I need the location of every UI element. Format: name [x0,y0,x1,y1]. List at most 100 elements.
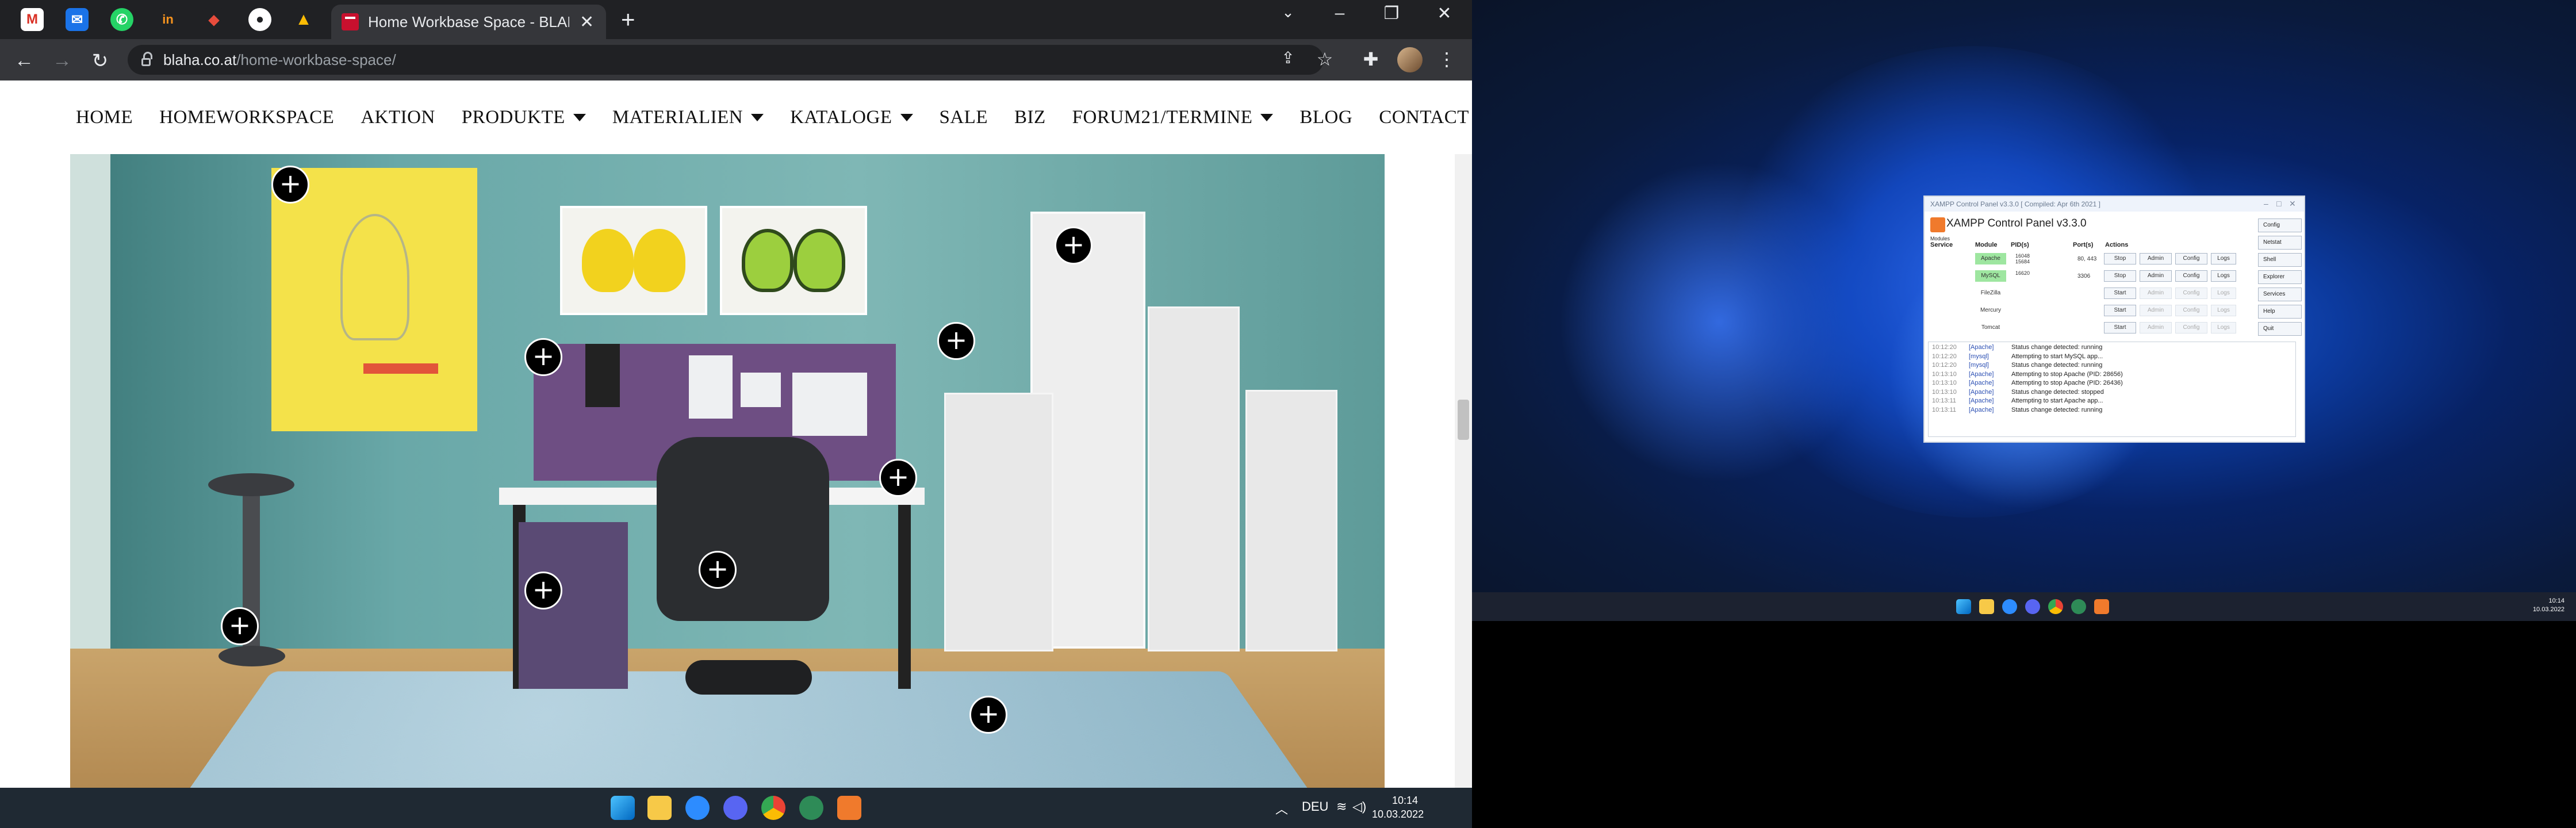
share-icon[interactable]: ⇪ [1275,48,1301,67]
module-config-button[interactable]: Config [2175,253,2207,264]
reload-icon[interactable]: ↻ [89,49,112,72]
wifi-icon[interactable]: ≋ [1336,799,1347,814]
file-explorer-icon[interactable] [647,796,672,820]
forward-icon[interactable]: → [51,49,74,72]
module-logs-button[interactable]: Logs [2211,305,2236,316]
gmail-pinned-tab-icon[interactable]: M [21,8,44,31]
in-pinned-tab-icon[interactable]: in [156,8,179,31]
module-start-button[interactable]: Start [2104,288,2136,299]
extensions-icon[interactable]: ✚ [1358,48,1383,70]
module-start-button[interactable]: Start [2104,322,2136,334]
xampp-log[interactable]: 10:12:20 [Apache] Status change detected: … [1928,342,2296,437]
module-admin-button[interactable]: Admin [2140,322,2172,334]
chrome-icon[interactable] [2048,599,2063,614]
hotspot-drawer[interactable]: + [524,572,562,610]
app-icon[interactable] [799,796,823,820]
bookmark-star-icon[interactable]: ☆ [1312,48,1337,70]
xampp-close-icon[interactable]: ✕ [2289,199,2296,209]
module-config-button[interactable]: Config [2175,305,2207,316]
new-tab-icon[interactable]: + [621,6,635,33]
xampp-control-panel[interactable]: XAMPP Control Panel v3.3.0 [ Compiled: A… [1923,195,2305,443]
app-icon[interactable] [2071,599,2086,614]
module-admin-button[interactable]: Admin [2140,305,2172,316]
start-icon[interactable] [1956,599,1971,614]
menu-kebab-icon[interactable]: ⋮ [1434,48,1459,70]
hotspot-rug[interactable]: + [969,696,1007,734]
profile-avatar[interactable] [1397,47,1423,72]
nav-item-contact[interactable]: CONTACT [1379,107,1469,128]
discord-icon[interactable] [2025,599,2040,614]
dropdown-caret-icon[interactable] [900,113,913,121]
whatsapp-pinned-tab-icon[interactable]: ✆ [110,8,133,31]
xampp-taskbar-icon[interactable] [2094,599,2109,614]
zoom-icon[interactable] [685,796,710,820]
tab-search-icon[interactable]: ⌄ [1271,3,1305,21]
xampp-quit-button[interactable]: Quit [2258,322,2302,336]
google-drive-pinned-tab-icon[interactable]: ▲ [292,8,315,31]
xampp-minimize-icon[interactable]: – [2264,199,2268,208]
module-stop-button[interactable]: Stop [2104,270,2136,282]
module-config-button[interactable]: Config [2175,322,2207,334]
close-window-icon[interactable]: ✕ [1427,3,1462,24]
nav-item-blog[interactable]: BLOG [1300,107,1352,128]
dropdown-caret-icon[interactable] [1260,113,1274,121]
nav-item-kataloge[interactable]: KATALOGE [790,107,913,128]
page-scrollbar-thumb[interactable] [1458,400,1469,440]
dropdown-caret-icon[interactable] [573,113,586,121]
module-start-button[interactable]: Start [2104,305,2136,316]
tray-chevron-icon[interactable]: ︿ [1275,799,1288,818]
tag-pinned-tab-icon[interactable]: ◆ [202,8,225,31]
back-icon[interactable]: ← [13,49,36,72]
taskbar-clock[interactable]: 10:14 10.03.2022 [1372,793,1424,821]
nav-item-materialien[interactable]: MATERIALIEN [612,107,764,128]
discord-icon[interactable] [723,796,747,820]
hotspot-panel[interactable]: + [524,338,562,376]
taskbar-clock-right[interactable]: 10:14 10.03.2022 [2524,597,2564,614]
file-explorer-icon[interactable] [1979,599,1994,614]
xampp-netstat-button[interactable]: Netstat [2258,236,2302,250]
tab-active[interactable]: Home Workbase Space - BLAHA ✕ [331,5,606,39]
address-bar[interactable]: blaha.co.at /home-workbase-space/ [128,45,1324,75]
module-admin-button[interactable]: Admin [2140,253,2172,264]
hotspot-stool[interactable]: + [221,607,259,645]
lock-icon[interactable] [141,52,152,66]
tab-close-icon[interactable]: ✕ [580,12,594,32]
hotspot-poster[interactable]: + [271,166,309,204]
xampp-explorer-button[interactable]: Explorer [2258,270,2302,284]
start-icon[interactable] [611,796,635,820]
module-admin-button[interactable]: Admin [2140,288,2172,299]
module-config-button[interactable]: Config [2175,288,2207,299]
module-logs-button[interactable]: Logs [2211,253,2236,264]
nav-item-produkte[interactable]: PRODUKTE [462,107,586,128]
hotspot-desk[interactable]: + [879,459,917,497]
page-scrollbar[interactable] [1455,154,1472,788]
github-pinned-tab-icon[interactable]: ● [248,8,271,31]
chrome-icon[interactable] [761,796,785,820]
module-stop-button[interactable]: Stop [2104,253,2136,264]
restore-icon[interactable]: ❐ [1374,3,1409,24]
minimize-icon[interactable]: – [1322,3,1357,23]
mail-pinned-tab-icon[interactable]: ✉ [66,8,89,31]
hotspot-shelf-boxes[interactable]: + [937,322,975,360]
nav-item-homeworkspace[interactable]: HOMEWORKSPACE [159,107,334,128]
module-config-button[interactable]: Config [2175,270,2207,282]
nav-item-aktion[interactable]: AKTION [361,107,435,128]
xampp-services-button[interactable]: Services [2258,288,2302,301]
nav-item-home[interactable]: HOME [76,107,133,128]
language-indicator[interactable]: DEU [1302,799,1328,814]
nav-item-sale[interactable]: SALE [940,107,988,128]
nav-item-biz[interactable]: BIZ [1014,107,1046,128]
nav-item-forum21-termine[interactable]: FORUM21/TERMINE [1072,107,1274,128]
xampp-help-button[interactable]: Help [2258,305,2302,319]
module-logs-button[interactable]: Logs [2211,288,2236,299]
module-admin-button[interactable]: Admin [2140,270,2172,282]
xampp-config-button[interactable]: Config [2258,218,2302,232]
module-logs-button[interactable]: Logs [2211,270,2236,282]
hotspot-shelf[interactable]: + [1055,227,1092,264]
xampp-shell-button[interactable]: Shell [2258,253,2302,267]
module-logs-button[interactable]: Logs [2211,322,2236,334]
volume-icon[interactable]: ◁) [1352,799,1366,814]
dropdown-caret-icon[interactable] [751,113,764,121]
xampp-taskbar-icon[interactable] [837,796,861,820]
hotspot-chair[interactable]: + [699,551,737,589]
